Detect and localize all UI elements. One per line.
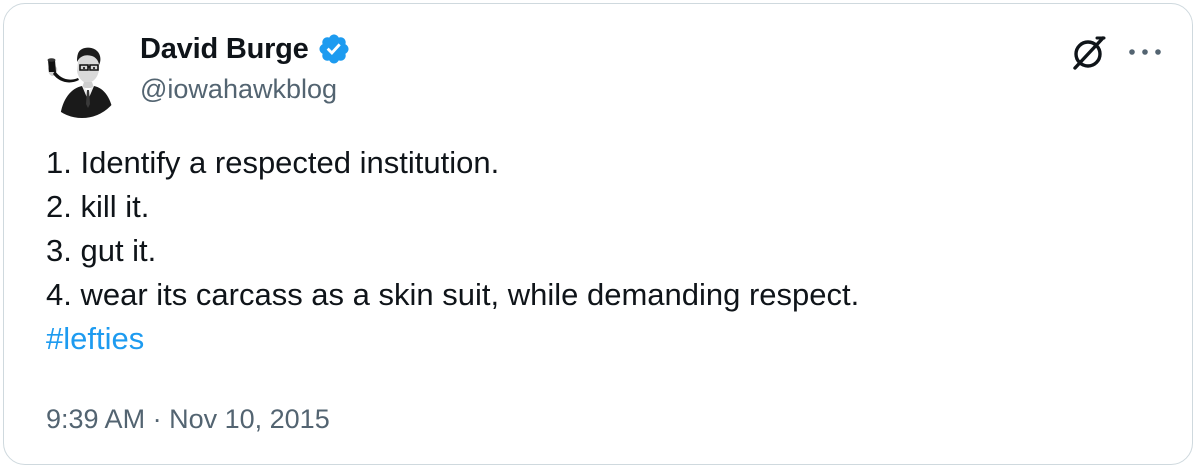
author-name-row[interactable]: David Burge <box>140 32 351 66</box>
tweet-line: 1. Identify a respected institution. <box>46 145 500 180</box>
tweet-card: David Burge @iowahawkblog 1. Identify a … <box>3 3 1193 465</box>
tweet-text: 1. Identify a respected institution. 2. … <box>46 141 1146 361</box>
author-handle[interactable]: @iowahawkblog <box>140 74 337 105</box>
hashtag-link[interactable]: #lefties <box>46 317 1146 361</box>
more-options-icon[interactable] <box>1126 46 1164 58</box>
grok-icon[interactable] <box>1068 32 1110 74</box>
avatar-image <box>42 38 122 118</box>
tweet-line: 2. kill it. <box>46 189 150 224</box>
display-name[interactable]: David Burge <box>140 33 309 66</box>
avatar[interactable] <box>42 38 122 118</box>
tweet-date: Nov 10, 2015 <box>169 404 330 434</box>
tweet-line: 3. gut it. <box>46 233 157 268</box>
tweet-time: 9:39 AM <box>46 404 146 434</box>
verified-badge-icon[interactable] <box>317 32 351 66</box>
tweet-line: 4. wear its carcass as a skin suit, whil… <box>46 277 860 312</box>
meta-separator: · <box>152 404 162 434</box>
tweet-timestamp[interactable]: 9:39 AM · Nov 10, 2015 <box>46 404 330 435</box>
